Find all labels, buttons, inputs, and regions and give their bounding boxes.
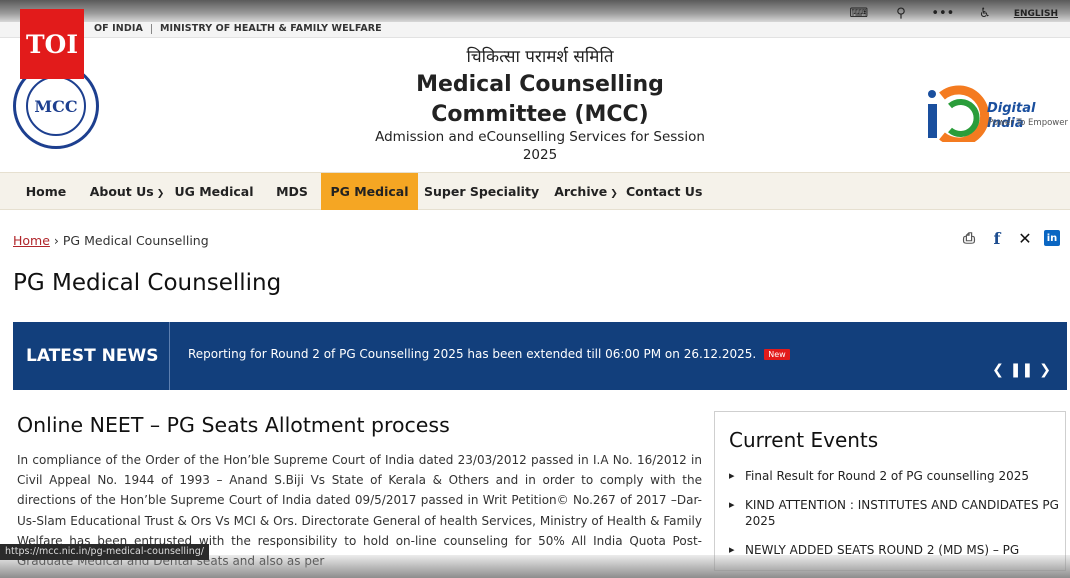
linkedin-icon[interactable]: in	[1044, 230, 1060, 246]
nav-archive-label: Archive	[554, 184, 608, 199]
facebook-icon[interactable]: f	[988, 229, 1006, 248]
header-subtitle: Admission and eCounselling Services for …	[375, 129, 705, 163]
nav-contact-us[interactable]: Contact Us	[626, 173, 702, 210]
status-url: https://mcc.nic.in/pg-medical-counsellin…	[0, 544, 209, 560]
list-item[interactable]: KIND ATTENTION : INSTITUTES AND CANDIDAT…	[729, 497, 1059, 529]
mcc-logo-text: MCC	[26, 76, 86, 136]
chevron-down-icon: ❯	[156, 189, 165, 199]
breadcrumb: Home › PG Medical Counselling	[13, 233, 209, 248]
language-selector[interactable]: ENGLISH	[1014, 9, 1058, 19]
list-item[interactable]: Final Result for Round 2 of PG counselli…	[729, 468, 1059, 484]
search-icon[interactable]: ⚲	[888, 6, 914, 21]
nav-home[interactable]: Home	[14, 173, 78, 210]
main-nav: Home About Us ❯ UG Medical MDS PG Medical…	[0, 172, 1070, 210]
gov-links: OF INDIA MINISTRY OF HEALTH & FAMILY WELF…	[86, 23, 390, 34]
print-icon[interactable]: ⎙	[960, 229, 978, 247]
keyboard-icon[interactable]: ⌨	[846, 6, 872, 21]
latest-news-label: LATEST NEWS	[13, 322, 170, 390]
header-hindi-title: चिकित्सा परामर्श समिति	[466, 47, 614, 67]
nav-mds[interactable]: MDS	[265, 173, 319, 210]
news-item[interactable]: Reporting for Round 2 of PG Counselling …	[188, 347, 790, 361]
gov-top-bar: OF INDIA MINISTRY OF HEALTH & FAMILY WELF…	[0, 0, 1070, 38]
breadcrumb-home-link[interactable]: Home	[13, 233, 50, 248]
header-title: Medical Counselling Committee (MCC)	[416, 72, 664, 127]
latest-news-bar: LATEST NEWS Reporting for Round 2 of PG …	[13, 322, 1067, 390]
nav-about-label: About Us	[89, 184, 154, 199]
nav-archive[interactable]: Archive ❯	[548, 173, 624, 210]
accessibility-icon[interactable]: ♿	[972, 6, 998, 21]
breadcrumb-current: PG Medical Counselling	[62, 233, 209, 248]
article-title: Online NEET – PG Seats Allotment process	[17, 413, 450, 437]
chevron-down-icon: ❯	[610, 189, 618, 199]
news-controls: ❮ ❚❚ ❯	[992, 362, 1051, 378]
new-badge: New	[764, 349, 790, 360]
share-icons: ⎙ f ✕ in	[960, 229, 1060, 248]
gov-of-india-link[interactable]: OF INDIA	[86, 23, 151, 34]
digital-india-logo[interactable]	[920, 66, 990, 142]
digital-india-tagline: Power To Empower	[988, 118, 1068, 128]
nav-about-us[interactable]: About Us ❯	[84, 173, 170, 210]
current-events-title: Current Events	[729, 428, 879, 452]
pause-icon[interactable]: ❚❚	[1010, 362, 1033, 378]
chevron-right-icon[interactable]: ❯	[1039, 362, 1051, 378]
more-icon[interactable]: •••	[930, 6, 956, 21]
ministry-link[interactable]: MINISTRY OF HEALTH & FAMILY WELFARE	[152, 23, 390, 34]
x-twitter-icon[interactable]: ✕	[1016, 229, 1034, 248]
current-events-panel: Current Events Final Result for Round 2 …	[714, 411, 1066, 571]
nav-pg-medical[interactable]: PG Medical	[321, 173, 418, 210]
news-text: Reporting for Round 2 of PG Counselling …	[188, 347, 757, 361]
breadcrumb-separator: ›	[53, 233, 59, 248]
nav-ug-medical[interactable]: UG Medical	[172, 173, 256, 210]
page-title: PG Medical Counselling	[13, 270, 282, 296]
toi-badge: TOI	[20, 9, 84, 79]
top-utility-icons: ⌨ ⚲ ••• ♿ ENGLISH	[846, 6, 1058, 21]
nav-super-speciality[interactable]: Super Speciality	[424, 173, 539, 210]
chevron-left-icon[interactable]: ❮	[992, 362, 1004, 378]
